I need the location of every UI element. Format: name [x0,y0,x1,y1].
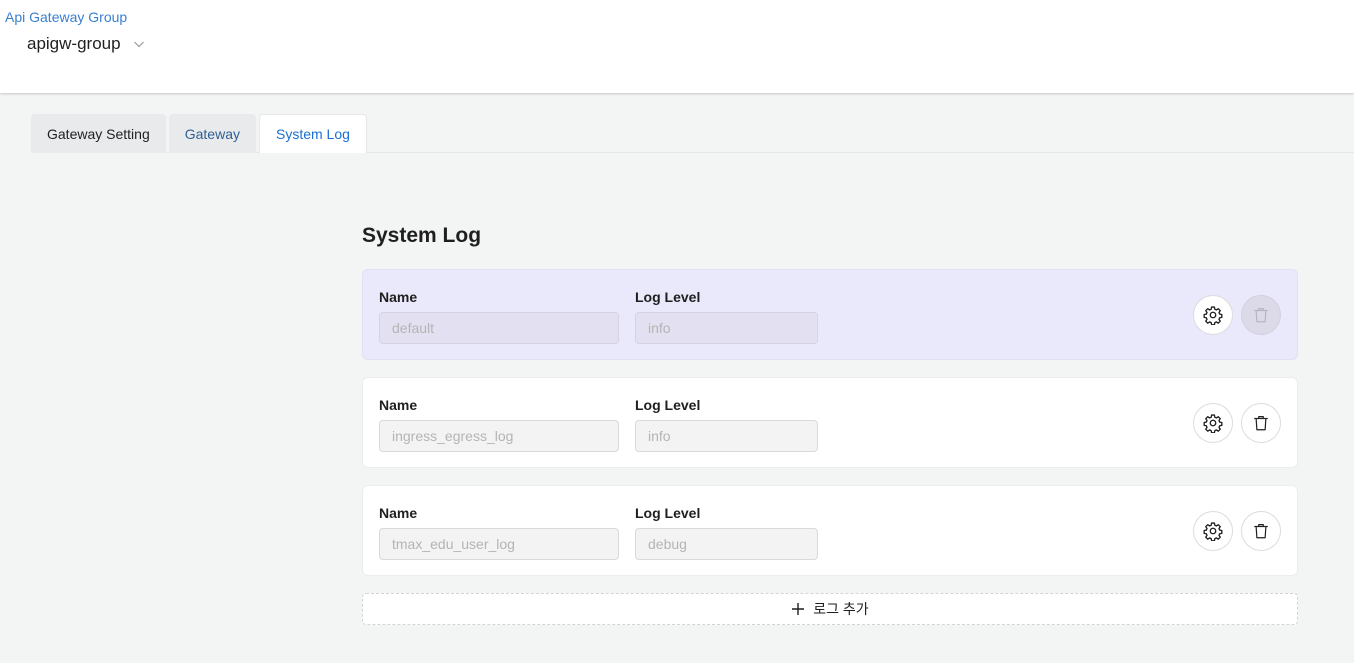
settings-button[interactable] [1193,403,1233,443]
gear-icon [1203,306,1223,325]
breadcrumb[interactable]: Api Gateway Group [5,9,127,25]
trash-icon [1254,416,1268,431]
add-log-label: 로그 추가 [813,601,869,617]
log-card[interactable]: Name default Log Level info [362,269,1298,360]
tab-gateway[interactable]: Gateway [168,114,256,153]
delete-button[interactable] [1241,403,1281,443]
gear-icon [1203,522,1223,541]
log-level-field[interactable]: info [635,420,818,452]
tab-bar: Gateway Setting Gateway System Log [31,114,367,153]
name-field[interactable]: ingress_egress_log [379,420,619,452]
group-select-value: apigw-group [27,34,121,53]
name-label: Name [379,397,418,413]
gear-icon [1203,414,1223,433]
tab-system-log[interactable]: System Log [258,114,367,153]
page-header: Api Gateway Group apigw-group [0,0,1354,93]
name-label: Name [379,505,418,521]
settings-button[interactable] [1193,511,1233,551]
log-level-label: Log Level [635,289,701,305]
name-field[interactable]: tmax_edu_user_log [379,528,619,560]
group-select[interactable]: apigw-group [27,34,145,54]
settings-button[interactable] [1193,295,1233,335]
log-level-label: Log Level [635,397,701,413]
log-level-field[interactable]: info [635,312,818,344]
section-title: System Log [362,224,482,247]
delete-button[interactable] [1241,511,1281,551]
log-level-field[interactable]: debug [635,528,818,560]
delete-button [1241,295,1281,335]
chevron-down-icon [133,41,144,48]
log-card[interactable]: Name ingress_egress_log Log Level info [362,377,1298,468]
log-level-label: Log Level [635,505,701,521]
trash-icon [1254,524,1268,539]
log-card[interactable]: Name tmax_edu_user_log Log Level debug [362,485,1298,576]
add-log-button[interactable]: 로그 추가 [362,593,1298,625]
plus-icon [792,603,805,615]
tab-gateway-setting[interactable]: Gateway Setting [31,114,166,153]
trash-icon [1254,308,1268,323]
name-label: Name [379,289,418,305]
name-field[interactable]: default [379,312,619,344]
